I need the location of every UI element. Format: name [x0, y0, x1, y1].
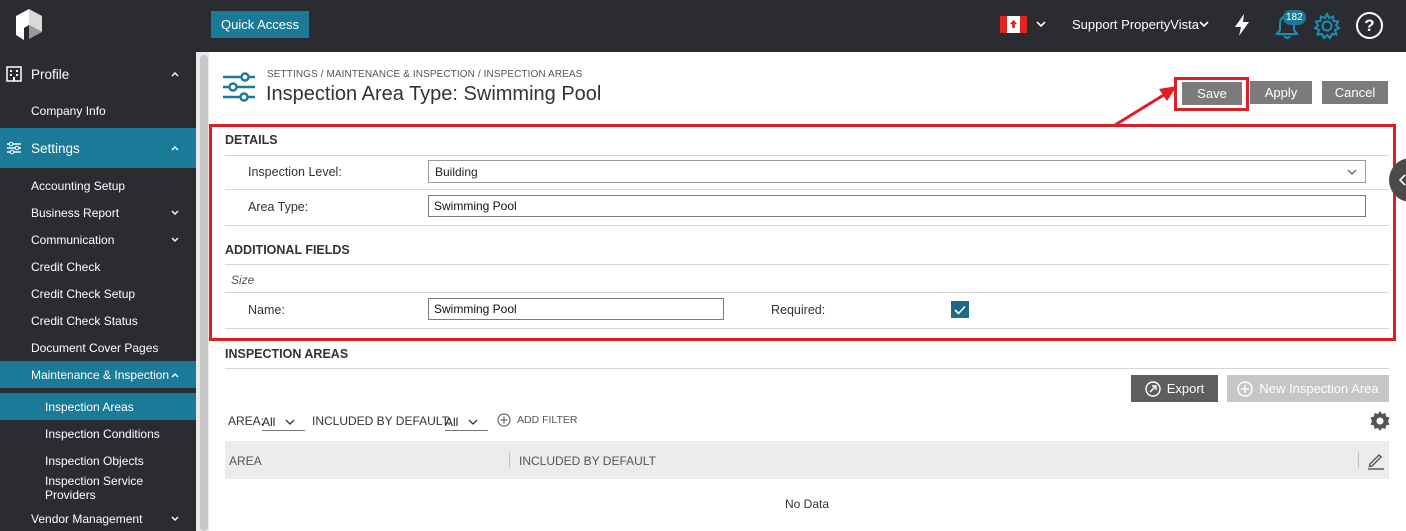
chevron-down-icon: [468, 419, 478, 425]
page-title: Inspection Area Type: Swimming Pool: [266, 83, 602, 105]
sidebar-item-inspection-objects[interactable]: Inspection Objects: [0, 447, 196, 474]
sidebar-item-communication[interactable]: Communication: [0, 226, 196, 253]
sidebar-item-credit-check[interactable]: Credit Check: [0, 253, 196, 280]
add-filter-label: ADD FILTER: [517, 414, 578, 426]
sidebar-section-label: Profile: [31, 66, 70, 82]
language-chevron-down-icon[interactable]: [1034, 17, 1048, 31]
export-button[interactable]: Export: [1131, 375, 1218, 402]
cancel-button[interactable]: Cancel: [1322, 81, 1388, 104]
quick-access-button[interactable]: Quick Access: [211, 11, 309, 38]
lightning-icon[interactable]: [1233, 13, 1251, 37]
top-bar: Quick Access Support PropertyVista 182 ?: [0, 0, 1406, 52]
sidebar-item-label: Maintenance & Inspection: [31, 367, 170, 382]
plus-circle-icon: [497, 413, 511, 427]
sidebar-item-label: Communication: [31, 232, 115, 247]
sidebar-item-inspection-service-providers[interactable]: Inspection Service Providers: [0, 474, 196, 502]
export-icon: [1145, 380, 1161, 397]
area-filter-value: All: [262, 414, 276, 429]
area-filter-label: AREA:: [228, 414, 265, 428]
grid-settings-gear-icon[interactable]: [1369, 410, 1391, 432]
area-filter-select[interactable]: All: [262, 413, 305, 431]
sidebar-item-credit-check-status[interactable]: Credit Check Status: [0, 307, 196, 334]
chevron-down-icon: [285, 419, 295, 425]
red-arrow-annotation: [1114, 86, 1177, 127]
empty-state-text: No Data: [785, 497, 830, 511]
plus-circle-icon: [1237, 380, 1254, 397]
divider: [225, 368, 1389, 369]
sidebar-item-document-cover-pages[interactable]: Document Cover Pages: [0, 334, 196, 361]
sidebar-section-label: Settings: [31, 140, 80, 156]
sidebar-item-inspection-conditions[interactable]: Inspection Conditions: [0, 420, 196, 447]
sidebar-item-label: Vendor Management: [31, 511, 143, 526]
sliders-icon: [7, 141, 21, 155]
table-header: AREA INCLUDED BY DEFAULT: [225, 441, 1389, 479]
sidebar-item-company-info[interactable]: Company Info: [0, 97, 196, 124]
chevron-down-icon: [171, 516, 179, 521]
sidebar-item-credit-check-setup[interactable]: Credit Check Setup: [0, 280, 196, 307]
sidebar: Profile Company Info Settings Accounting…: [0, 52, 196, 531]
canada-flag-icon[interactable]: [1000, 16, 1027, 33]
save-highlight-box: [1174, 77, 1249, 111]
chevron-down-icon: [171, 210, 179, 215]
new-inspection-area-label: New Inspection Area: [1259, 381, 1379, 396]
settings-gear-icon[interactable]: [1313, 12, 1341, 40]
notification-count-badge: 182: [1283, 10, 1306, 25]
page-scrollbar-thumb[interactable]: [200, 55, 208, 531]
user-menu[interactable]: Support PropertyVista: [1072, 17, 1199, 32]
included-default-filter-value: All: [445, 414, 459, 429]
column-resize-handle[interactable]: [509, 452, 510, 468]
breadcrumb[interactable]: SETTINGS / MAINTENANCE & INSPECTION / IN…: [267, 69, 582, 80]
sidebar-item-business-report[interactable]: Business Report: [0, 199, 196, 226]
included-default-filter-label: INCLUDED BY DEFAULT:: [312, 414, 451, 428]
help-icon[interactable]: ?: [1356, 12, 1383, 39]
settings-sliders-icon: [223, 72, 255, 102]
sidebar-section-profile[interactable]: Profile: [0, 54, 196, 94]
edit-pencil-icon[interactable]: [1366, 450, 1386, 470]
building-icon: [6, 66, 22, 82]
chevron-up-icon: [171, 372, 179, 377]
chevron-up-icon: [171, 146, 179, 151]
inspection-areas-section-title: INSPECTION AREAS: [225, 347, 349, 361]
sidebar-section-settings[interactable]: Settings: [0, 128, 196, 168]
included-default-filter-select[interactable]: All: [445, 413, 488, 431]
apply-button[interactable]: Apply: [1250, 81, 1312, 104]
column-header-area[interactable]: AREA: [229, 454, 262, 468]
column-header-included-default[interactable]: INCLUDED BY DEFAULT: [519, 454, 656, 468]
sidebar-item-label: Business Report: [31, 205, 120, 220]
add-filter-button[interactable]: ADD FILTER: [497, 413, 577, 427]
details-highlight-box: [209, 124, 1396, 341]
chevron-up-icon: [171, 72, 179, 77]
column-resize-handle[interactable]: [1358, 452, 1359, 468]
export-label: Export: [1166, 381, 1205, 396]
sidebar-item-maintenance-inspection[interactable]: Maintenance & Inspection: [0, 361, 196, 388]
sidebar-item-vendor-management[interactable]: Vendor Management: [0, 505, 196, 531]
chevron-left-icon: [1398, 174, 1406, 186]
sidebar-item-accounting-setup[interactable]: Accounting Setup: [0, 172, 196, 199]
company-logo[interactable]: [14, 8, 44, 42]
user-chevron-down-icon[interactable]: [1197, 17, 1211, 31]
chevron-down-icon: [171, 237, 179, 242]
sidebar-item-inspection-areas[interactable]: Inspection Areas: [0, 393, 196, 420]
new-inspection-area-button[interactable]: New Inspection Area: [1227, 375, 1389, 402]
